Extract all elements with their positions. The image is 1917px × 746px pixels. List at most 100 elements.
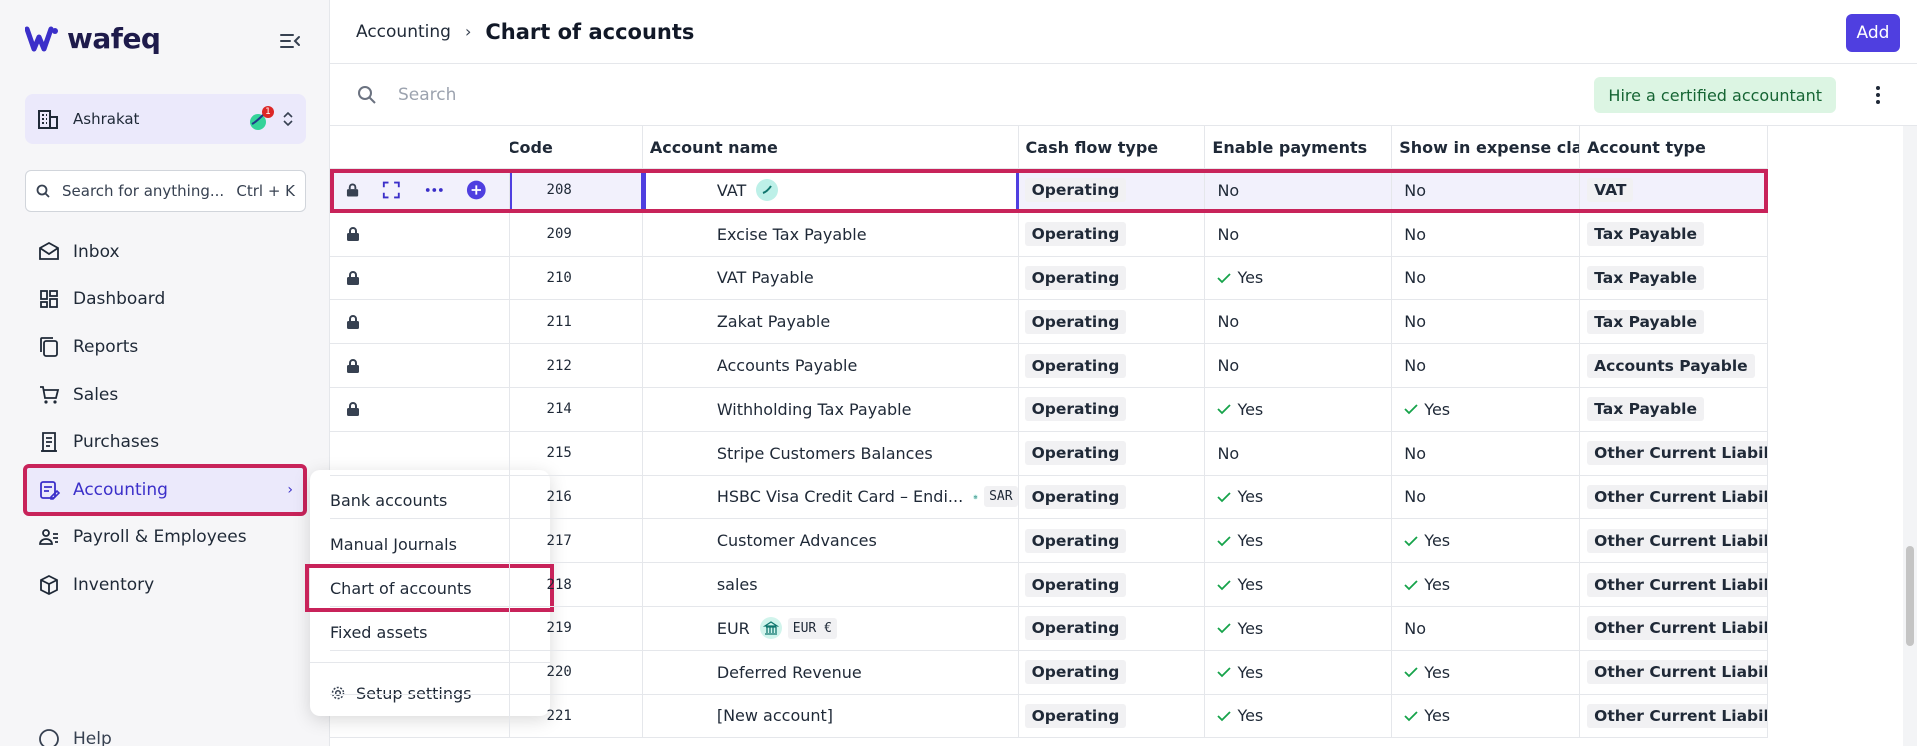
column-show-in-expense[interactable]: Show in expense cla...	[1392, 126, 1581, 168]
column-enable-payments[interactable]: Enable payments	[1205, 126, 1393, 168]
account-code[interactable]: 214	[510, 387, 643, 431]
nav-item-accounting[interactable]: Accounting ›	[23, 463, 307, 516]
account-type[interactable]: Tax Payable	[1580, 256, 1769, 300]
account-name[interactable]: Excise Tax Payable	[643, 212, 1019, 256]
nav-item-inbox[interactable]: Inbox	[25, 228, 305, 276]
account-name[interactable]: EUR EUR €	[643, 606, 1019, 650]
enable-payments[interactable]: No	[1205, 431, 1393, 475]
account-code[interactable]: 221	[510, 694, 643, 738]
organization-switcher[interactable]: Ashrakat 1	[25, 94, 306, 144]
table-row[interactable]: 219 EUR EUR € Operating Yes No Other Current L…	[330, 606, 1769, 651]
nav-item-sales[interactable]: Sales	[25, 371, 305, 419]
enable-payments[interactable]: Yes	[1205, 475, 1393, 519]
table-row[interactable]: 217 Customer Advances Operating Yes Yes Other…	[330, 519, 1769, 564]
show-in-expense[interactable]: Yes	[1392, 387, 1581, 431]
account-code[interactable]: 220	[510, 650, 643, 694]
table-row[interactable]: 215 Stripe Customers Balances Operating No N…	[330, 431, 1769, 476]
show-in-expense[interactable]: Yes	[1392, 694, 1581, 738]
table-row[interactable]: 212 Accounts Payable Operating No No Accounts…	[330, 344, 1769, 388]
cash-flow-type[interactable]: Operating	[1019, 475, 1206, 519]
account-code[interactable]: 219	[510, 606, 643, 650]
help-link[interactable]: Help	[37, 727, 112, 746]
account-type[interactable]: VAT	[1580, 169, 1769, 212]
table-row[interactable]: 218 sales Operating Yes Yes Other Current Lia…	[330, 563, 1769, 607]
enable-payments[interactable]: No	[1205, 212, 1393, 256]
account-code[interactable]: 209	[510, 212, 643, 256]
notifications-icon[interactable]: 1	[246, 106, 274, 132]
enable-payments[interactable]: No	[1205, 344, 1393, 387]
column-account-type[interactable]: Account type	[1580, 126, 1768, 168]
account-name[interactable]: Withholding Tax Payable	[643, 387, 1019, 431]
global-search[interactable]: Ctrl + K	[25, 170, 306, 212]
account-name[interactable]: [New account]	[643, 694, 1019, 738]
global-search-input[interactable]	[62, 182, 237, 200]
account-name[interactable]: Zakat Payable	[643, 300, 1019, 344]
app-logo[interactable]: wafeq	[25, 22, 161, 55]
show-in-expense[interactable]: No	[1392, 431, 1581, 475]
show-in-expense[interactable]: No	[1392, 212, 1581, 256]
account-code[interactable]: 216	[510, 475, 643, 519]
table-row[interactable]: 209 Excise Tax Payable Operating No No Tax Pa…	[330, 212, 1769, 257]
nav-item-inventory[interactable]: Inventory	[25, 561, 305, 609]
account-type[interactable]: Other Current Liabilitie	[1580, 519, 1769, 563]
show-in-expense[interactable]: Yes	[1392, 563, 1581, 606]
show-in-expense[interactable]: No	[1392, 606, 1581, 650]
enable-payments[interactable]: Yes	[1205, 606, 1393, 650]
account-code[interactable]: 217	[510, 519, 643, 563]
account-name[interactable]: sales	[643, 563, 1019, 606]
account-type[interactable]: Tax Payable	[1580, 212, 1769, 256]
account-type[interactable]: Tax Payable	[1580, 387, 1769, 431]
add-button[interactable]: Add	[1846, 14, 1900, 52]
scroll-thumb[interactable]	[1906, 546, 1914, 646]
cash-flow-type[interactable]: Operating	[1019, 387, 1206, 431]
account-type[interactable]: Other Current Liabilitie	[1580, 431, 1769, 475]
account-code[interactable]: 211	[510, 300, 643, 344]
account-code[interactable]: 218	[510, 563, 643, 606]
account-type[interactable]: Other Current Liabilitie	[1580, 475, 1769, 519]
account-type[interactable]: Tax Payable	[1580, 300, 1769, 344]
enable-payments[interactable]: Yes	[1205, 694, 1393, 738]
column-account-name[interactable]: Account name	[643, 126, 1019, 168]
account-type[interactable]: Other Current Liabilitie	[1580, 650, 1769, 694]
hire-accountant-button[interactable]: Hire a certified accountant	[1594, 77, 1836, 113]
cash-flow-type[interactable]: Operating	[1019, 431, 1206, 475]
cash-flow-type[interactable]: Operating	[1019, 563, 1206, 606]
show-in-expense[interactable]: No	[1392, 344, 1581, 387]
show-in-expense[interactable]: Yes	[1392, 519, 1581, 563]
account-code[interactable]: 208	[509, 169, 643, 212]
table-row[interactable]: 211 Zakat Payable Operating No No Tax Payable	[330, 300, 1769, 345]
account-type[interactable]: Other Current Liabilitie	[1580, 694, 1769, 738]
cash-flow-type[interactable]: Operating	[1019, 606, 1206, 650]
account-name[interactable]: VAT Payable	[643, 256, 1019, 300]
show-in-expense[interactable]: No	[1392, 300, 1581, 344]
nav-item-payroll[interactable]: Payroll & Employees	[25, 514, 305, 562]
table-row[interactable]: 214 Withholding Tax Payable Operating Yes Ye…	[330, 387, 1769, 432]
show-in-expense[interactable]: Yes	[1392, 650, 1581, 694]
account-name[interactable]: HSBC Visa Credit Card – Endi... SAR	[643, 475, 1019, 519]
nav-item-dashboard[interactable]: Dashboard	[25, 276, 305, 324]
cash-flow-type[interactable]: Operating	[1019, 300, 1206, 344]
enable-payments[interactable]: No	[1205, 300, 1393, 344]
expand-icon[interactable]	[381, 179, 402, 201]
account-code[interactable]: 210	[510, 256, 643, 300]
cash-flow-type[interactable]: Operating	[1019, 650, 1206, 694]
table-row[interactable]: 210 VAT Payable Operating Yes No Tax Payable	[330, 256, 1769, 301]
account-type[interactable]: Accounts Payable	[1580, 344, 1769, 387]
table-row[interactable]: 221 [New account] Operating Yes Yes Other Cur…	[330, 694, 1769, 739]
cash-flow-type[interactable]: Operating	[1019, 344, 1206, 387]
table-row[interactable]: 216 HSBC Visa Credit Card – Endi... SAR Ope…	[330, 475, 1769, 520]
table-row-selected[interactable]: 208 VAT Operating No No VAT	[330, 169, 1769, 213]
table-search-input[interactable]	[398, 84, 998, 105]
add-child-icon[interactable]	[466, 179, 487, 201]
collapse-sidebar-icon[interactable]	[278, 30, 302, 52]
cash-flow-type[interactable]: Operating	[1019, 694, 1206, 738]
account-name[interactable]: Deferred Revenue	[643, 650, 1019, 694]
show-in-expense[interactable]: No	[1392, 169, 1581, 212]
more-horizontal-icon[interactable]	[424, 179, 445, 201]
enable-payments[interactable]: No	[1205, 169, 1393, 212]
enable-payments[interactable]: Yes	[1205, 256, 1393, 300]
vertical-scrollbar[interactable]	[1903, 126, 1917, 746]
column-code[interactable]: Code	[510, 126, 643, 168]
account-code[interactable]: 212	[510, 344, 643, 387]
cash-flow-type[interactable]: Operating	[1019, 212, 1206, 256]
